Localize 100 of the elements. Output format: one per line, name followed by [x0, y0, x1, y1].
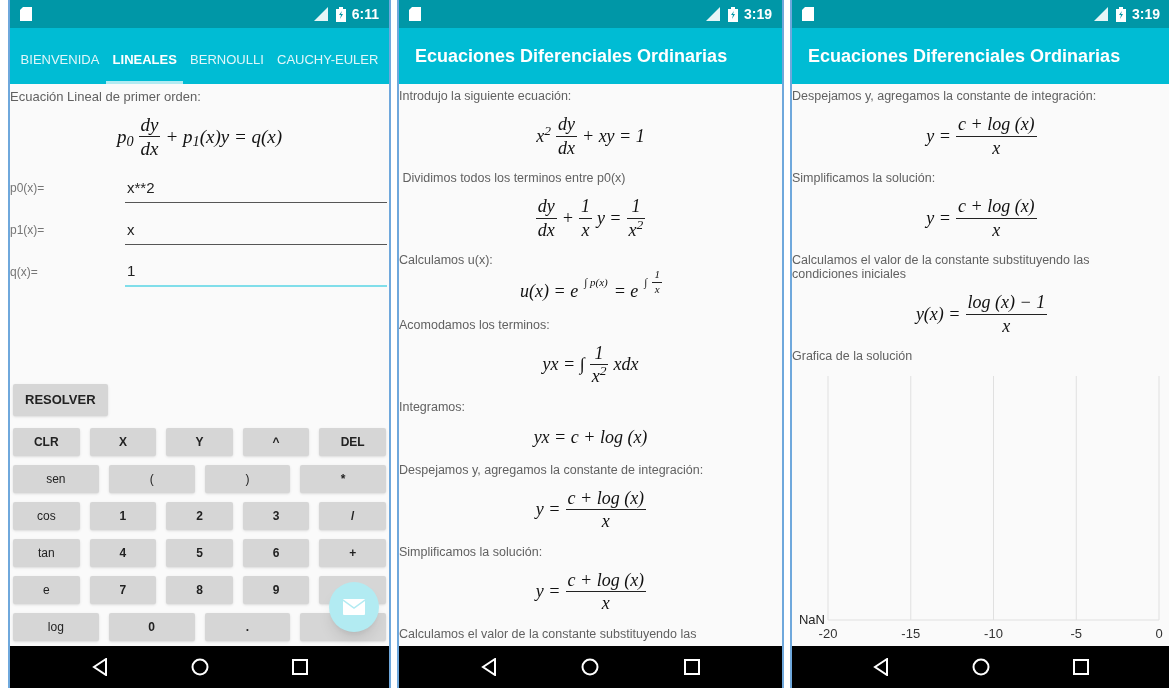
- denominator: x: [580, 218, 591, 241]
- status-time: 3:19: [743, 4, 772, 24]
- field-label: p1(x)=: [10, 222, 46, 239]
- numerator: 1: [593, 341, 605, 364]
- denominator: x: [600, 510, 611, 533]
- back-icon[interactable]: [481, 658, 498, 676]
- field-label: p0(x)=: [10, 180, 46, 197]
- keypad-key[interactable]: 6: [242, 539, 310, 567]
- x-tick-label: -15: [901, 626, 921, 640]
- step-text: Simplificamos la solución:: [399, 543, 544, 561]
- step-text: Calculamos el valor de la constante substituyendo las: [399, 625, 698, 643]
- back-icon[interactable]: [873, 658, 890, 676]
- step-text: Acomodamos los terminos:: [399, 316, 551, 334]
- denominator: dx: [139, 137, 160, 161]
- keypad-key[interactable]: Y: [166, 428, 233, 456]
- x-tick-label: 0: [1155, 626, 1163, 640]
- keypad-key[interactable]: sen: [13, 465, 99, 493]
- home-icon[interactable]: [190, 658, 209, 676]
- recents-icon[interactable]: [291, 659, 308, 675]
- formula-text: p$_{0}$: [116, 124, 134, 151]
- step-text: Integramos:: [399, 398, 466, 416]
- numerator: 1: [653, 268, 661, 282]
- keypad-key[interactable]: 8: [166, 576, 233, 604]
- numerator: 1: [630, 195, 642, 218]
- formula-text: y =: [926, 124, 951, 148]
- keypad-key[interactable]: (: [108, 465, 195, 493]
- field-label: q(x)=: [10, 264, 39, 281]
- formula-text: xdx: [613, 353, 639, 376]
- status-time: 6:11: [351, 4, 379, 24]
- y-axis-value: NaN: [799, 612, 825, 627]
- input-field[interactable]: 1: [125, 259, 387, 287]
- formula-text: + p$_{1}$(x)y = q(x): [165, 124, 283, 151]
- keypad-key[interactable]: *: [300, 465, 386, 493]
- keypad-key[interactable]: e: [13, 576, 80, 604]
- denominator: x$^{2}$: [590, 365, 608, 388]
- denominator: x: [653, 282, 661, 297]
- formula-text: y =: [535, 498, 561, 521]
- keypad-key[interactable]: tan: [13, 539, 80, 567]
- home-icon[interactable]: [972, 658, 990, 676]
- section-heading: Ecuación Lineal de primer orden:: [10, 88, 202, 106]
- step-text: Despejamos y, agregamos la constante de integración:: [792, 88, 1098, 105]
- keypad-key[interactable]: /: [319, 502, 386, 530]
- recents-icon[interactable]: [683, 659, 700, 675]
- numerator: c + log (x): [566, 568, 646, 591]
- keypad-key[interactable]: DEL: [319, 428, 386, 456]
- numerator: c + log (x): [566, 486, 646, 509]
- battery-icon: [335, 6, 346, 22]
- x-tick-label: -5: [1070, 626, 1083, 640]
- status-time: 3:19: [1131, 4, 1160, 24]
- formula-text: y(x) =: [915, 302, 961, 326]
- denominator: x: [1001, 314, 1012, 337]
- formula-text: ∫: [644, 275, 648, 291]
- x-tick-label: -20: [818, 626, 838, 640]
- input-field[interactable]: x**2: [125, 176, 387, 203]
- step-text: Calculamos u(x):: [399, 252, 494, 269]
- keypad-key[interactable]: 3: [242, 502, 310, 530]
- step-text: Introdujo la siguiente ecuación:: [399, 88, 573, 105]
- formula-text: y =: [535, 580, 561, 603]
- keypad-key[interactable]: ): [204, 465, 291, 493]
- formula-text: yx = c + log (x): [533, 425, 648, 449]
- sd-card-icon: [20, 7, 32, 21]
- keypad-key[interactable]: 2: [166, 502, 233, 530]
- x-tick-label: -10: [984, 626, 1003, 640]
- back-icon[interactable]: [91, 658, 108, 676]
- formula-text: x$^{2}$: [536, 122, 551, 148]
- app-title: Ecuaciones Diferenciales Ordinarias: [808, 44, 1121, 68]
- solve-button[interactable]: RESOLVER: [13, 384, 108, 416]
- keypad-key[interactable]: ^: [242, 428, 310, 456]
- keypad-key[interactable]: 7: [89, 576, 157, 604]
- sd-card-icon: [802, 7, 814, 21]
- keypad-key[interactable]: log: [13, 613, 99, 641]
- numerator: c + log (x): [957, 113, 1036, 136]
- keypad-key[interactable]: .: [204, 613, 291, 641]
- keypad-key[interactable]: cos: [13, 502, 80, 530]
- battery-icon: [1115, 6, 1126, 22]
- sd-card-icon: [409, 7, 421, 21]
- keypad-key[interactable]: 5: [166, 539, 233, 567]
- formula-text: u(x) = e: [520, 279, 579, 303]
- step-text: Simplificamos la solución:: [792, 170, 937, 187]
- keypad-key[interactable]: +: [319, 539, 386, 567]
- step-text: Grafica de la solución: [792, 348, 914, 365]
- keypad-key[interactable]: 0: [108, 613, 195, 641]
- battery-icon: [727, 6, 738, 22]
- formula-text: y =: [926, 206, 951, 230]
- input-field[interactable]: x: [125, 218, 387, 245]
- formula-text: +: [561, 206, 574, 230]
- numerator: dy: [139, 112, 160, 137]
- keypad-key[interactable]: X: [89, 428, 157, 456]
- home-icon[interactable]: [581, 658, 600, 676]
- keypad-key[interactable]: 1: [89, 502, 157, 530]
- envelope-icon: [343, 599, 365, 615]
- formula-text: + xy = 1: [582, 124, 645, 148]
- recents-icon[interactable]: [1072, 659, 1089, 675]
- keypad-key[interactable]: 4: [89, 539, 157, 567]
- keypad-key[interactable]: 9: [242, 576, 310, 604]
- keypad-key[interactable]: CLR: [13, 428, 80, 456]
- step-text: Dividimos todos los terminos entre p0(x): [401, 170, 627, 187]
- numerator: 1: [579, 195, 591, 218]
- formula-text: yx = ∫: [542, 353, 585, 377]
- denominator: x$^{2}$: [627, 218, 645, 241]
